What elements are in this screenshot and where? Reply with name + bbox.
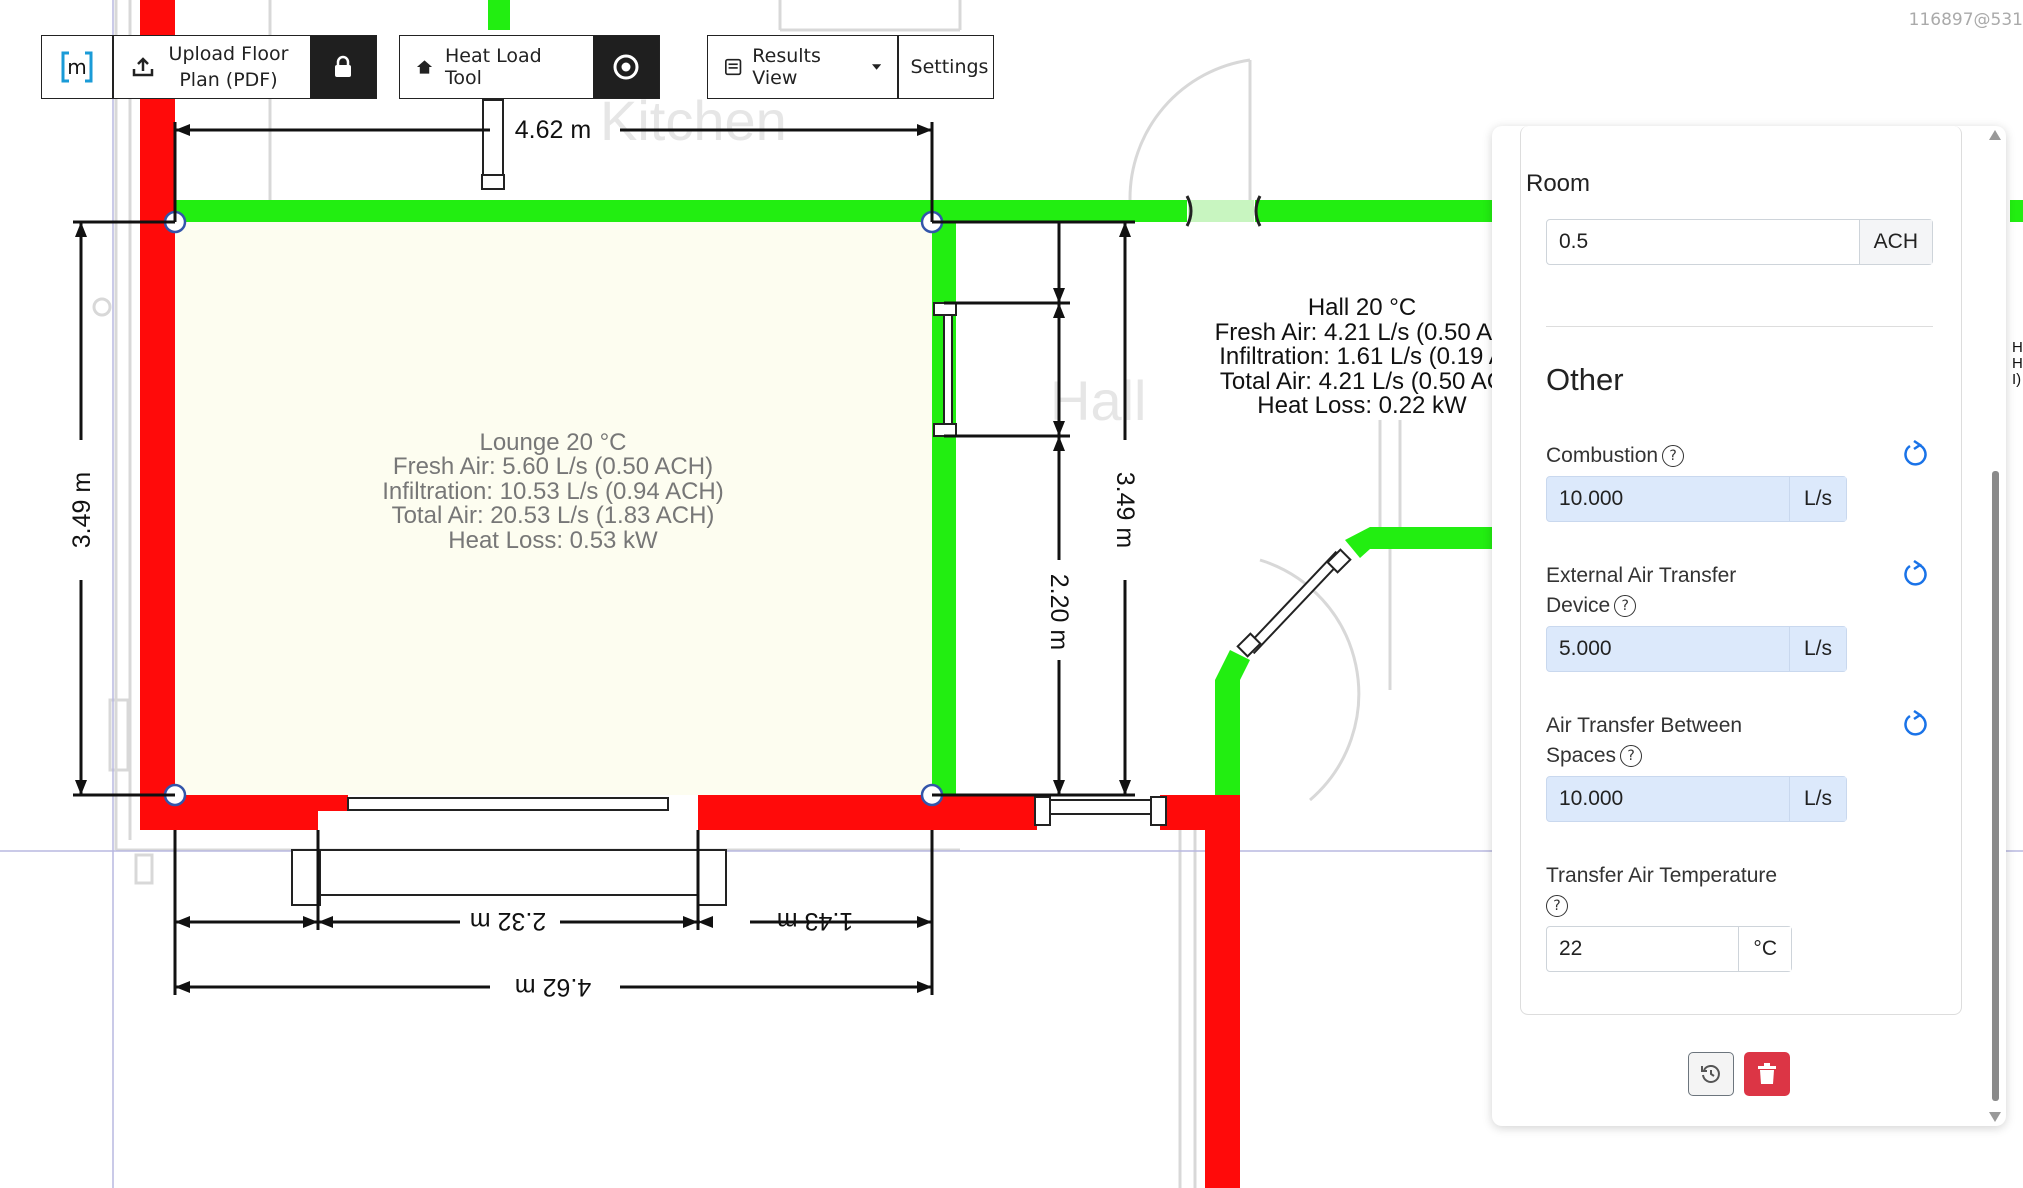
help-icon[interactable]: ?: [1614, 595, 1637, 618]
external-air-value: 5.000: [1559, 637, 1612, 660]
reset-external-air-icon[interactable]: [1902, 560, 1930, 588]
help-icon[interactable]: ?: [1662, 445, 1685, 468]
svg-text:H): H): [2012, 355, 2023, 372]
lock-icon: [334, 55, 351, 77]
trash-icon: [1758, 1063, 1776, 1084]
combustion-input[interactable]: 10.000 L/s: [1546, 476, 1847, 522]
svg-text:Fresh Air: 5.60 L/s (0.50 ACH: Fresh Air: 5.60 L/s (0.50 ACH): [393, 453, 713, 480]
heat-load-tool-button[interactable]: Heat Load Tool: [400, 36, 593, 98]
settings-label: Settings: [910, 56, 989, 78]
caret-down-icon: [871, 64, 881, 70]
svg-text:Hall 20 °C: Hall 20 °C: [1308, 294, 1416, 321]
other-section-title: Other: [1546, 362, 1624, 397]
transfer-air-temperature-label: Transfer Air Temperature ?: [1546, 861, 1777, 921]
upload-label-line2: Plan (PDF): [179, 69, 278, 91]
logo-icon: m: [61, 51, 93, 83]
heat-load-toolbar: Heat Load Tool: [399, 35, 660, 99]
room-properties-panel: Room 0.5 ACH Other Combustion? 10.000 L/…: [1492, 126, 2006, 1126]
upload-icon: [132, 57, 153, 77]
scroll-up-arrow: [1989, 130, 2001, 140]
ach-input[interactable]: 0.5 ACH: [1546, 219, 1933, 265]
visibility-button[interactable]: [593, 36, 659, 98]
home-icon: [416, 60, 433, 74]
ach-unit: ACH: [1858, 220, 1932, 264]
scroll-down-arrow: [1989, 1112, 2001, 1122]
section-divider: [1546, 326, 1933, 327]
svg-text:Infiltration: 10.53 L/s (0.94: Infiltration: 10.53 L/s (0.94 ACH): [382, 478, 724, 505]
dim-left-height: 3.49 m: [68, 472, 96, 548]
results-view-label: Results View: [752, 45, 821, 89]
history-button[interactable]: [1688, 1052, 1734, 1096]
dim-window-height: 2.20 m: [1045, 574, 1073, 650]
panel-scrollbar[interactable]: [1984, 126, 2006, 1126]
hall-info: Hall 20 °C Fresh Air: 4.21 L/s (0.50 AC …: [1215, 294, 1510, 419]
svg-text:Fresh Air: 4.21 L/s (0.50 AC: Fresh Air: 4.21 L/s (0.50 AC: [1215, 319, 1510, 346]
air-transfer-between-input[interactable]: 10.000 L/s: [1546, 776, 1847, 822]
user-id: 116897@531: [1908, 10, 2023, 30]
results-view-dropdown[interactable]: Results View: [708, 36, 897, 98]
external-air-unit: L/s: [1788, 627, 1846, 671]
help-icon[interactable]: ?: [1620, 745, 1643, 768]
svg-text:Lounge 20 °C: Lounge 20 °C: [479, 429, 626, 456]
upload-toolbar: m Upload Floor Plan (PDF): [41, 35, 377, 99]
transfer-air-temperature-input[interactable]: 22 °C: [1546, 926, 1792, 972]
combustion-unit: L/s: [1788, 477, 1846, 521]
svg-text:Total Air: 4.21 L/s (0.50 AC: Total Air: 4.21 L/s (0.50 AC: [1220, 368, 1504, 395]
svg-text:Heat Loss: 0.22 kW: Heat Loss: 0.22 kW: [1257, 392, 1467, 419]
transfer-air-temperature-unit: °C: [1738, 927, 1791, 971]
dim-right-height: 3.49 m: [1111, 472, 1139, 548]
external-air-transfer-label: External Air Transfer Device?: [1546, 564, 1737, 618]
help-icon[interactable]: ?: [1546, 895, 1568, 918]
svg-text:I): I): [2012, 371, 2021, 388]
results-toolbar: Results View Settings: [707, 35, 994, 99]
air-transfer-between-unit: L/s: [1788, 777, 1846, 821]
air-transfer-between-value: 10.000: [1559, 787, 1624, 810]
heat-load-tool-label: Heat Load Tool: [445, 45, 542, 89]
dim-bottom-width: 4.62 m: [515, 973, 591, 1001]
reset-air-transfer-icon[interactable]: [1902, 710, 1930, 738]
ach-value: 0.5: [1559, 230, 1589, 253]
settings-button[interactable]: Settings: [899, 36, 993, 98]
delete-room-button[interactable]: [1744, 1052, 1790, 1096]
lock-button[interactable]: [309, 36, 376, 98]
dim-top-width: 4.62 m: [515, 116, 591, 144]
scroll-thumb: [1992, 471, 1999, 1101]
room-title: Room: [1526, 170, 1591, 197]
dim-bottom-right: 1.43 m: [777, 907, 853, 935]
eye-icon: [613, 54, 639, 80]
app-logo[interactable]: m: [42, 36, 112, 98]
upload-floor-plan-button[interactable]: Upload Floor Plan (PDF): [114, 36, 310, 98]
svg-text:m: m: [67, 55, 86, 79]
reset-combustion-icon[interactable]: [1902, 440, 1930, 468]
transfer-air-temperature-value: 22: [1559, 937, 1583, 960]
list-icon: [725, 58, 742, 76]
svg-text:Heat Loss: 0.53 kW: Heat Loss: 0.53 kW: [448, 527, 658, 554]
svg-text:Total Air: 20.53 L/s (1.83 AC: Total Air: 20.53 L/s (1.83 ACH): [392, 502, 715, 529]
upload-label-line1: Upload Floor: [168, 43, 289, 65]
hall-label: Hall: [1050, 369, 1146, 432]
history-icon: [1701, 1065, 1720, 1083]
combustion-label: Combustion?: [1546, 441, 1685, 471]
combustion-value: 10.000: [1559, 487, 1624, 510]
air-transfer-between-label: Air Transfer Between Spaces?: [1546, 714, 1743, 768]
svg-text:H): H): [2012, 339, 2023, 356]
svg-text:Infiltration: 1.61 L/s (0.19: Infiltration: 1.61 L/s (0.19 A: [1219, 343, 1505, 370]
dim-bottom-window: 2.32 m: [470, 907, 546, 935]
external-air-transfer-input[interactable]: 5.000 L/s: [1546, 626, 1847, 672]
